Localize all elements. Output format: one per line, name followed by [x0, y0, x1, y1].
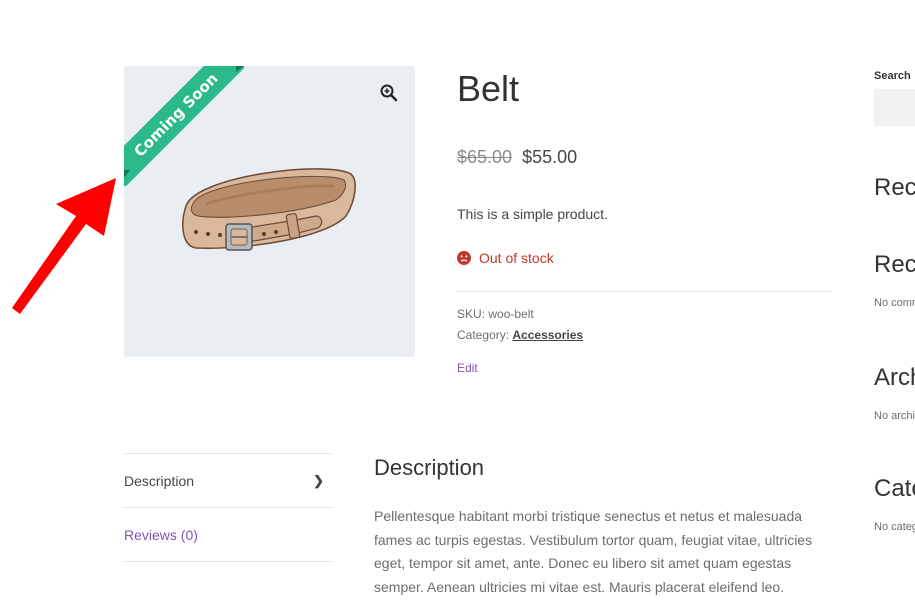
tab-label: Reviews (0)	[124, 526, 198, 543]
stock-label: Out of stock	[479, 250, 554, 266]
ribbon-fold	[236, 66, 244, 72]
tab-reviews[interactable]: Reviews (0)	[124, 507, 332, 562]
chevron-right-icon: ❯	[313, 472, 324, 488]
divider	[457, 291, 832, 292]
product-price: $65.00 $55.00	[457, 147, 577, 168]
description-heading: Description	[374, 455, 485, 480]
product-tabs: Description ❯ Reviews (0)	[124, 453, 332, 562]
recent-comments-heading: Rece	[874, 251, 915, 278]
sidebar: Search Rece Rece No comm Arch No archi C…	[874, 0, 915, 607]
sku-label: SKU:	[457, 307, 486, 321]
sku-value: woo-belt	[488, 307, 534, 321]
tab-label: Description	[124, 472, 195, 489]
search-input[interactable]	[874, 89, 915, 126]
recent-posts-heading: Rece	[874, 174, 915, 201]
product-image[interactable]: Coming Soon	[124, 66, 415, 357]
tab-description[interactable]: Description ❯	[124, 453, 332, 507]
category-link[interactable]: Accessories	[512, 328, 583, 342]
zoom-icon[interactable]	[378, 82, 400, 104]
category-label: Category:	[457, 328, 510, 342]
short-description: This is a simple product.	[457, 206, 608, 222]
product-title: Belt	[457, 68, 520, 109]
sale-price: $55.00	[522, 147, 578, 167]
edit-link[interactable]: Edit	[457, 361, 478, 375]
no-comments-text: No comm	[874, 297, 915, 309]
old-price: $65.00	[457, 147, 513, 167]
sad-face-icon	[457, 251, 471, 265]
search-label: Search	[874, 70, 911, 82]
description-body: Pellentesque habitant morbi tristique se…	[374, 508, 813, 595]
belt-image	[182, 168, 356, 251]
no-archives-text: No archi	[874, 410, 915, 422]
stock-status: Out of stock	[457, 250, 554, 266]
category-line: Category: Accessories	[457, 328, 583, 342]
no-categories-text: No categ	[874, 521, 915, 533]
archives-heading: Arch	[874, 364, 915, 391]
sku-line: SKU: woo-belt	[457, 307, 534, 321]
categories-heading: Cate	[874, 475, 915, 502]
annotation-arrow	[12, 178, 116, 314]
